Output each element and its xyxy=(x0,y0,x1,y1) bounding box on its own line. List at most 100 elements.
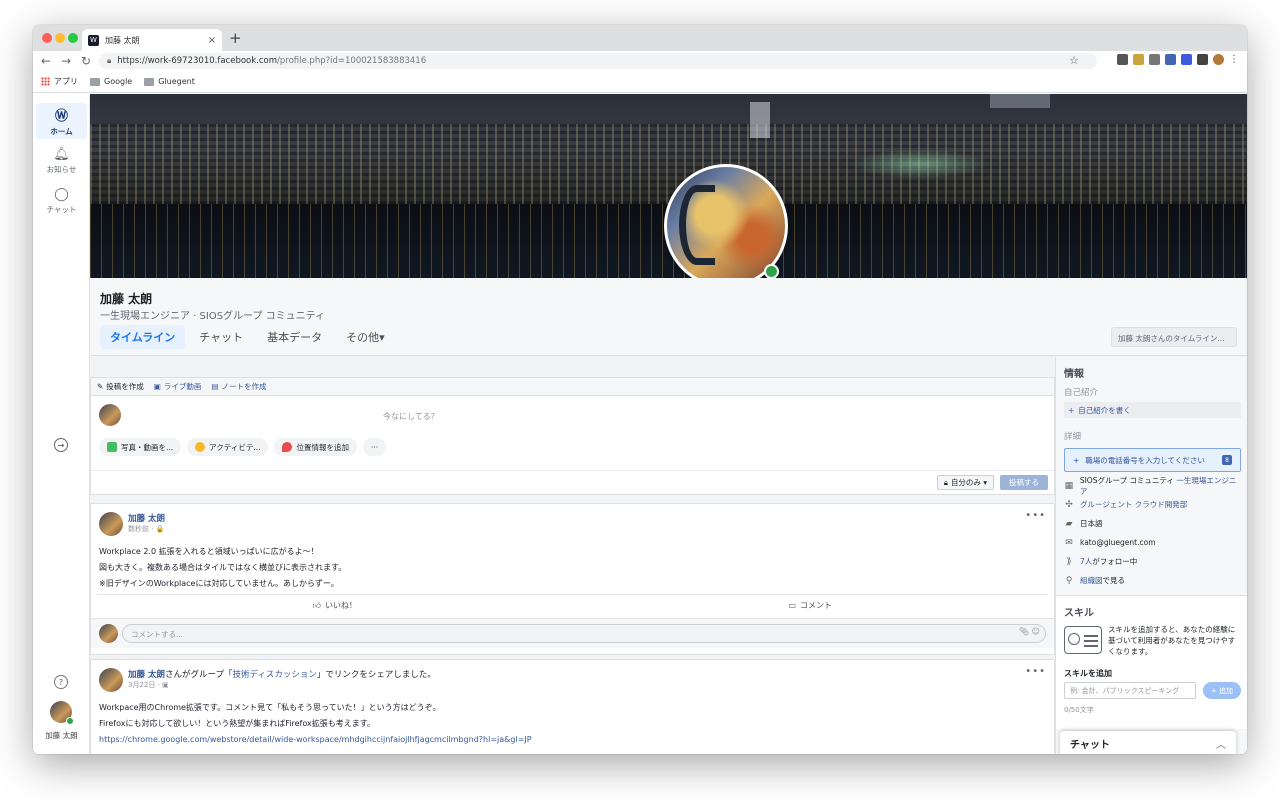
post-line: Workplace 2.0 拡張を入れると領域いっぱいに広がるよ〜！ xyxy=(99,547,319,556)
cover-building xyxy=(750,102,770,138)
extension-icon[interactable] xyxy=(1149,54,1160,65)
post-options-icon[interactable]: ••• xyxy=(1025,666,1046,677)
write-intro-button[interactable]: + 自己紹介を書く xyxy=(1064,402,1241,418)
extension-icon[interactable] xyxy=(1117,54,1128,65)
extension-icon[interactable] xyxy=(1165,54,1176,65)
expand-arrow-icon[interactable]: → xyxy=(54,438,68,452)
minimize-window-button[interactable] xyxy=(55,33,65,43)
reload-button[interactable]: ↻ xyxy=(79,54,93,68)
group-link[interactable]: 技術ディスカッション xyxy=(232,670,316,680)
attach-and-emoji-icons[interactable]: 📎︎ ☺ xyxy=(1019,627,1040,636)
browser-toolbar: ← → ↻ 🔒︎ https://work-69723010.facebook.… xyxy=(33,51,1247,71)
composer-tab-label: ノートを作成 xyxy=(221,382,267,391)
activity-button[interactable]: アクティビテ... xyxy=(187,438,269,456)
maximize-window-button[interactable] xyxy=(68,33,78,43)
phone-badge: 8 xyxy=(1222,455,1232,465)
chat-bar[interactable]: チャット ︿ xyxy=(1060,731,1236,754)
extension-icon[interactable] xyxy=(1133,54,1144,65)
back-button[interactable]: ← xyxy=(39,54,53,68)
left-navigation: Ⓦ ホーム 🔔︎ お知らせ ◯ チャット → ? 加藤 太朗 xyxy=(33,94,90,754)
details-label: 詳細 xyxy=(1064,432,1082,442)
post-avatar[interactable] xyxy=(99,512,123,536)
profile-picture[interactable] xyxy=(664,164,788,278)
browser-tab[interactable]: W 加藤 太朗 × xyxy=(82,29,222,51)
privacy-selector[interactable]: 🔒︎ 自分のみ ▾ xyxy=(936,475,994,490)
comment-input[interactable]: コメントする... xyxy=(122,624,1046,643)
profile-avatar-icon[interactable] xyxy=(1213,54,1224,65)
location-button[interactable]: 位置情報を追加 xyxy=(274,438,357,456)
bookmark-apps[interactable]: アプリ xyxy=(41,76,78,87)
post-line: ※旧デザインのWorkplaceには対応していません。あしからずー。 xyxy=(99,579,339,588)
post-button[interactable]: 投稿する xyxy=(1000,475,1048,490)
chip-label: 位置情報を追加 xyxy=(296,442,349,452)
bookmark-google[interactable]: Google xyxy=(90,77,132,86)
skill-input[interactable]: 例: 会計、パブリックスピーキング xyxy=(1064,682,1196,699)
tab-chat[interactable]: チャット xyxy=(189,325,253,349)
bookmark-gluegent[interactable]: Gluegent xyxy=(144,77,195,86)
detail-link[interactable]: 7人 xyxy=(1080,557,1092,566)
composer-avatar xyxy=(99,404,121,426)
more-options-button[interactable]: ··· xyxy=(362,438,387,456)
author-name[interactable]: 加藤 太朗 xyxy=(128,514,165,524)
post-timestamp[interactable]: 数秒前 · 🔒 xyxy=(128,524,164,534)
help-icon[interactable]: ? xyxy=(54,675,68,689)
composer-input[interactable]: 今なにしてる？ xyxy=(383,411,439,422)
post-line: 図も大きく。複数ある場合はタイルではなく横並びに表示されます。 xyxy=(99,563,347,572)
rss-icon: ⟫ xyxy=(1066,556,1072,567)
new-tab-button[interactable]: + xyxy=(229,29,242,47)
nav-home[interactable]: Ⓦ ホーム xyxy=(36,103,87,139)
info-section: 情報 自己紹介 + 自己紹介を書く 詳細 + 職場の電話番号を入力してください 8 ▦… xyxy=(1064,365,1241,590)
post-card: 加藤 太朗さんがグループ「技術ディスカッション」でリンクをシェアしました。 3月… xyxy=(90,659,1055,754)
author-name[interactable]: 加藤 太朗 xyxy=(128,670,165,680)
post-link[interactable]: https://chrome.google.com/webstore/detai… xyxy=(99,735,532,744)
address-bar[interactable]: 🔒︎ https://work-69723010.facebook.com/pr… xyxy=(99,53,1097,69)
post-options-icon[interactable]: ••• xyxy=(1025,510,1046,521)
cover-photo[interactable] xyxy=(90,94,1247,278)
add-skill-button[interactable]: + 追加 xyxy=(1203,682,1241,699)
language-icon: ▰ xyxy=(1065,518,1073,529)
post-avatar[interactable] xyxy=(99,668,123,692)
char-count: 0/50文字 xyxy=(1064,706,1094,714)
user-avatar[interactable] xyxy=(50,701,74,725)
share-text: 」でリンクをシェアしました。 xyxy=(316,670,436,680)
close-window-button[interactable] xyxy=(42,33,52,43)
phone-input-prompt[interactable]: + 職場の電話番号を入力してください 8 xyxy=(1064,448,1241,472)
post-author[interactable]: 加藤 太朗 xyxy=(128,512,165,524)
tab-timeline[interactable]: タイムライン xyxy=(100,325,186,349)
comment-button[interactable]: ▭ コメント xyxy=(573,595,1049,616)
post-timestamp[interactable]: 3月22日 · ▣ xyxy=(128,680,169,690)
tab-about[interactable]: 基本データ xyxy=(257,325,332,349)
detail-text[interactable]: kato@gluegent.com xyxy=(1080,538,1156,547)
extension-icon[interactable] xyxy=(1181,54,1192,65)
chevron-up-icon[interactable]: ︿ xyxy=(1216,736,1226,751)
photo-video-button[interactable]: 写真・動画を... xyxy=(99,438,182,456)
bookmark-star-icon[interactable]: ☆ xyxy=(1069,54,1079,67)
bookmark-label: Google xyxy=(104,77,133,86)
extension-icon[interactable] xyxy=(1197,54,1208,65)
timeline-search-input[interactable]: 加藤 太朗さんのタイムライン... xyxy=(1111,327,1237,347)
detail-link[interactable]: グルージェント クラウド開発部 xyxy=(1080,499,1187,510)
detail-item-followers: ⟫ 7人がフォロー中 xyxy=(1064,552,1241,571)
post-composer: ✎ 投稿を作成 ▣ ライブ動画 ▤ ノートを作成 今なにしてる？ 写真・動画を... … xyxy=(90,377,1055,495)
tab-more[interactable]: その他▾ xyxy=(336,325,395,349)
plus-icon: + xyxy=(1068,405,1075,415)
post-line: Firefoxにも対応して欲しい！という熱望が集まればFirefox拡張も考えま… xyxy=(99,719,375,728)
skills-title: スキル xyxy=(1064,608,1094,619)
nav-notifications[interactable]: 🔔︎ お知らせ xyxy=(36,143,87,179)
tab-close-icon[interactable]: × xyxy=(208,35,216,46)
nav-home-label: ホーム xyxy=(50,127,73,136)
menu-kebab-icon[interactable]: ⋮ xyxy=(1229,54,1239,65)
nav-chat[interactable]: ◯ チャット xyxy=(36,183,87,219)
composer-tab-note[interactable]: ▤ ノートを作成 xyxy=(211,381,266,392)
profile-subtitle: 一生現場エンジニア · SIOSグループ コミュニティ xyxy=(100,311,326,322)
profile-name[interactable]: 加藤 太朗 xyxy=(100,290,152,307)
post-card: 加藤 太朗 数秒前 · 🔒 ••• Workplace 2.0 拡張を入れると領… xyxy=(90,503,1055,655)
composer-tab-create-post[interactable]: ✎ 投稿を作成 xyxy=(97,381,144,392)
browser-window: W 加藤 太朗 × + ← → ↻ 🔒︎ https://work-697230… xyxy=(33,25,1247,754)
forward-button[interactable]: → xyxy=(59,54,73,68)
detail-link[interactable]: 組織図 xyxy=(1080,576,1103,585)
composer-tab-live-video[interactable]: ▣ ライブ動画 xyxy=(154,381,202,392)
detail-text: 日本語 xyxy=(1080,519,1103,528)
composer-footer: 🔒︎ 自分のみ ▾ 投稿する xyxy=(91,470,1054,494)
like-button[interactable]: 👍︎ いいね！ xyxy=(97,595,573,616)
